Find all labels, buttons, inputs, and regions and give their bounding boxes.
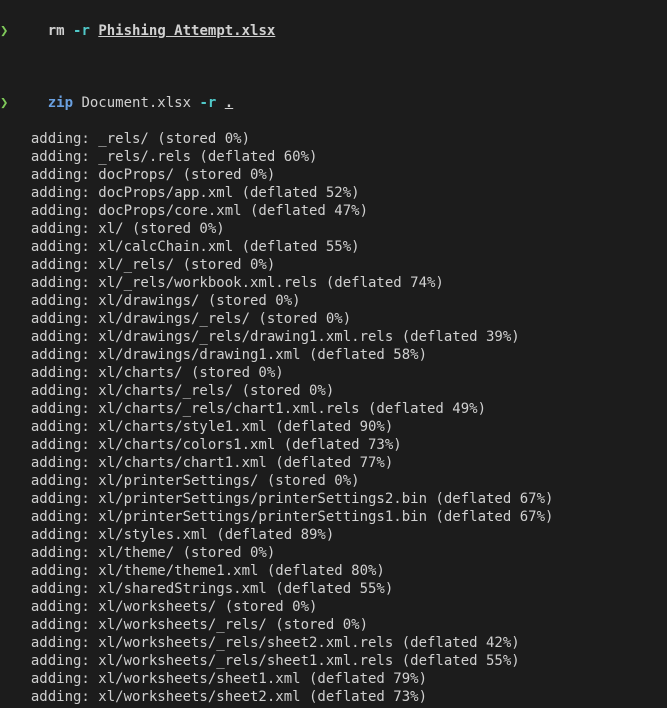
output-line: adding: xl/drawings/_rels/ (stored 0%) [0,310,667,328]
output-line: adding: docProps/core.xml (deflated 47%) [0,202,667,220]
output-line: adding: xl/sharedStrings.xml (deflated 5… [0,580,667,598]
output-line: adding: xl/charts/ (stored 0%) [0,364,667,382]
output-line: adding: xl/printerSettings/printerSettin… [0,490,667,508]
output-line: adding: xl/ (stored 0%) [0,220,667,238]
output-line: adding: xl/styles.xml (deflated 89%) [0,526,667,544]
output-line: adding: xl/theme/ (stored 0%) [0,544,667,562]
output-line: adding: xl/printerSettings/ (stored 0%) [0,472,667,490]
output-line: adding: xl/charts/chart1.xml (deflated 7… [0,454,667,472]
output-line: adding: xl/drawings/ (stored 0%) [0,292,667,310]
output-line: adding: xl/worksheets/_rels/ (stored 0%) [0,616,667,634]
arg-file: Phishing Attempt.xlsx [98,23,275,39]
blank-line [0,58,667,76]
output-line: adding: xl/worksheets/ (stored 0%) [0,598,667,616]
output-line: adding: _rels/.rels (deflated 60%) [0,148,667,166]
output-line: adding: xl/_rels/workbook.xml.rels (defl… [0,274,667,292]
command-line-1: ❯ rm -r Phishing Attempt.xlsx [0,4,667,58]
output-line: adding: xl/charts/style1.xml (deflated 9… [0,418,667,436]
output-line: adding: docProps/ (stored 0%) [0,166,667,184]
output-line: adding: xl/calcChain.xml (deflated 55%) [0,238,667,256]
output-line: adding: xl/drawings/drawing1.xml (deflat… [0,346,667,364]
output-line: adding: xl/_rels/ (stored 0%) [0,256,667,274]
output-line: adding: xl/charts/_rels/chart1.xml.rels … [0,400,667,418]
output-line: adding: xl/worksheets/sheet1.xml (deflat… [0,670,667,688]
output-line: adding: xl/worksheets/sheet2.xml (deflat… [0,688,667,706]
output-line: adding: xl/printerSettings/printerSettin… [0,508,667,526]
output-line: adding: _rels/ (stored 0%) [0,130,667,148]
output-line: adding: xl/charts/_rels/ (stored 0%) [0,382,667,400]
terminal[interactable]: ❯ rm -r Phishing Attempt.xlsx ❯ zip Docume… [0,0,667,708]
output-line: adding: xl/charts/colors1.xml (deflated … [0,436,667,454]
prompt-icon: ❯ [0,22,14,40]
zip-output: adding: _rels/ (stored 0%) adding: _rels… [0,130,667,708]
flag-r: -r [73,23,90,39]
arg-output: Document.xlsx [81,95,191,111]
cmd-rm: rm [48,23,65,39]
output-line: adding: docProps/app.xml (deflated 52%) [0,184,667,202]
prompt-icon: ❯ [0,94,14,112]
arg-dot: . [225,95,233,111]
command-line-2: ❯ zip Document.xlsx -r . [0,76,667,130]
output-line: adding: xl/drawings/_rels/drawing1.xml.r… [0,328,667,346]
output-line: adding: xl/theme/theme1.xml (deflated 80… [0,562,667,580]
cmd-zip: zip [48,95,73,111]
flag-r: -r [199,95,216,111]
output-line: adding: xl/worksheets/_rels/sheet2.xml.r… [0,634,667,652]
output-line: adding: xl/worksheets/_rels/sheet1.xml.r… [0,652,667,670]
